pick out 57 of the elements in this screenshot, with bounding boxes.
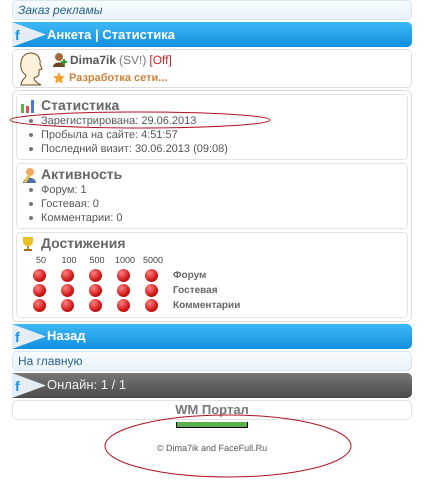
status-label: [Off] [149,52,172,69]
stat-text: Гостевая: 0 [41,197,99,211]
bullet-icon [29,133,33,137]
level-label: 50 [34,254,47,267]
user-role: Разработка сети... [69,70,168,86]
bullet-icon [29,202,33,206]
bullet-icon [29,119,33,123]
level-label: 100 [60,254,78,267]
card-title: Достижения [41,235,126,252]
bar-chart-icon [21,98,37,114]
section-icon: f [12,22,46,47]
medal-icon [61,268,74,282]
medal-icon [145,284,158,296]
achievement-label: Гостевая [173,284,219,298]
medal-icon [89,268,102,282]
medal-icon [89,284,102,296]
medal-icon [145,268,158,282]
nav-link[interactable]: На главную [18,352,82,370]
level-label: 1000 [114,254,136,267]
nav-link[interactable]: Заказ рекламы [18,1,103,19]
star-icon [53,72,65,84]
stat-text: Последний визит: 30.06.2013 (09:08) [41,142,228,156]
section-icon: f [12,324,46,348]
bullet-icon [29,188,33,192]
medal-icon [61,298,74,312]
medal-icon [61,284,74,296]
stat-text: Форум: 1 [41,183,87,197]
card-title: Активность [41,166,122,183]
user-name[interactable]: Dima7ik [70,50,116,69]
medal-icon [33,268,46,282]
medal-icon [33,284,46,296]
stat-text: Комментарии: 0 [41,211,123,225]
achievement-label: Комментарии [173,298,242,312]
user-add-icon [53,52,67,68]
section-icon: f [12,372,46,398]
medal-icon [89,298,102,312]
stat-text: Зарегистрирована: 29.06.2013 [41,114,196,128]
level-label: 500 [88,254,106,267]
bullet-icon [29,147,33,151]
header-title: Анкета | Статистика [47,26,175,44]
counter-banner [176,422,248,428]
user-tag: (SV!) [119,50,146,69]
stat-text: Пробыла на сайте: 4:51:57 [41,128,178,142]
medal-icon [117,268,130,282]
medal-icon [117,284,130,296]
medal-icon [117,298,130,312]
card-title: Статистика [41,97,120,114]
bullet-icon [29,216,33,220]
achievement-label: Форум [173,268,208,282]
medal-icon [33,298,46,312]
copyright-text: © Dima7ik and FaceFull.Ru [156,442,268,454]
footer-title: WM Портал [175,400,249,419]
medal-icon [145,298,158,312]
header-title: Назад [47,327,86,346]
header-title: Онлайн: 1 / 1 [47,376,126,394]
person-pencil-icon [21,166,37,182]
level-label: 5000 [142,254,164,267]
